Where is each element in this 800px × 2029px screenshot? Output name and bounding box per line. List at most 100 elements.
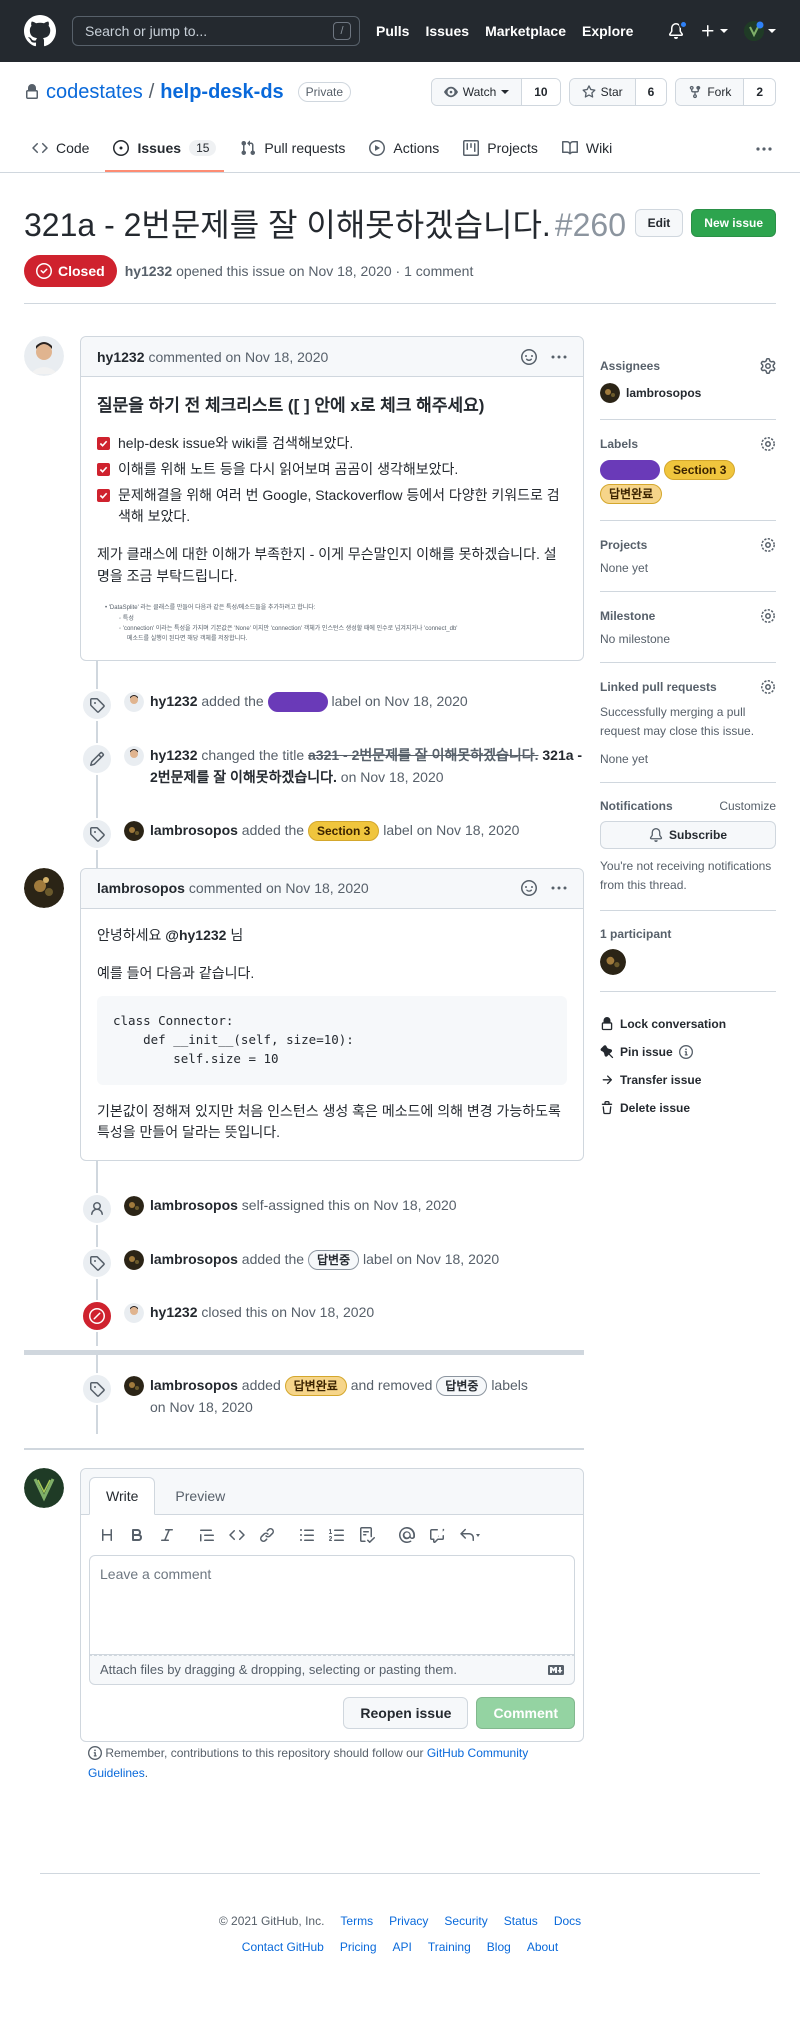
label-answered[interactable]: 답변완료 (284, 1376, 347, 1397)
repo-owner-link[interactable]: codestates (46, 81, 143, 104)
customize-link[interactable]: Customize (719, 799, 776, 813)
label-section-3[interactable]: Section 3 (664, 460, 736, 480)
event-actor-link[interactable]: lambrosopos (150, 822, 238, 838)
tab-preview[interactable]: Preview (159, 1478, 241, 1514)
tab-projects[interactable]: Projects (455, 126, 546, 172)
pin-issue-button[interactable]: Pin issue (600, 1038, 776, 1066)
create-new-menu[interactable] (700, 23, 728, 39)
avatar[interactable] (600, 949, 626, 976)
label-answering[interactable]: 답변중 (307, 1249, 360, 1270)
gear-icon[interactable] (760, 679, 776, 695)
cross-reference-icon[interactable] (429, 1527, 445, 1544)
delete-issue-button[interactable]: Delete issue (600, 1094, 776, 1122)
label-section-3[interactable]: Section 3 (307, 821, 380, 842)
avatar[interactable] (124, 1303, 144, 1324)
quote-icon[interactable] (199, 1527, 215, 1543)
star-count[interactable]: 6 (635, 79, 667, 105)
tab-write[interactable]: Write (89, 1477, 156, 1516)
lock-conversation-button[interactable]: Lock conversation (600, 1010, 776, 1038)
footer-link-terms[interactable]: Terms (340, 1914, 373, 1928)
new-issue-button[interactable]: New issue (691, 209, 776, 237)
label-answered[interactable]: 답변완료 (600, 484, 663, 504)
subscribe-button[interactable]: Subscribe (600, 821, 776, 850)
watch-button[interactable]: Watch 10 (430, 78, 561, 106)
tasklist-icon[interactable] (359, 1527, 375, 1544)
comment-timestamp[interactable]: commented on Nov 18, 2020 (189, 880, 369, 896)
event-actor-link[interactable]: lambrosopos (150, 1197, 238, 1213)
fork-button[interactable]: Fork 2 (675, 78, 776, 106)
event-actor-link[interactable]: hy1232 (150, 747, 197, 763)
code-icon[interactable] (229, 1527, 245, 1543)
nav-marketplace[interactable]: Marketplace (485, 23, 566, 39)
repo-name-link[interactable]: help-desk-ds (160, 81, 283, 104)
footer-link-security[interactable]: Security (444, 1914, 487, 1928)
italic-icon[interactable] (159, 1527, 175, 1543)
fork-count[interactable]: 2 (744, 79, 775, 105)
kebab-horizontal-icon[interactable] (551, 349, 567, 365)
search-input[interactable]: Search or jump to... / (72, 16, 360, 46)
heading-icon[interactable] (99, 1527, 115, 1543)
event-actor-link[interactable]: hy1232 (150, 693, 197, 709)
ordered-list-icon[interactable] (329, 1527, 345, 1543)
nav-issues[interactable]: Issues (425, 23, 469, 39)
tab-issues[interactable]: Issues 15 (105, 126, 225, 172)
avatar[interactable] (124, 745, 144, 766)
user-menu[interactable] (744, 21, 776, 41)
mention-icon[interactable] (399, 1527, 415, 1544)
attach-files-bar[interactable]: Attach files by dragging & dropping, sel… (89, 1655, 575, 1686)
gear-icon[interactable] (760, 537, 776, 553)
comment-textarea[interactable]: Leave a comment (89, 1555, 575, 1656)
embedded-screenshot[interactable]: • 'DataSplite' 라는 클래스를 만들어 다음과 같은 특성/메소드… (97, 603, 567, 644)
avatar[interactable] (124, 692, 144, 713)
event-actor-link[interactable]: hy1232 (150, 1304, 197, 1320)
nav-pulls[interactable]: Pulls (376, 23, 409, 39)
reply-icon[interactable] (459, 1527, 481, 1543)
tab-code[interactable]: Code (24, 126, 97, 172)
transfer-issue-button[interactable]: Transfer issue (600, 1066, 776, 1094)
comment-author-link[interactable]: lambrosopos (97, 880, 185, 896)
user-mention-link[interactable]: @hy1232 (165, 927, 226, 943)
gear-icon[interactable] (760, 436, 776, 452)
footer-link-training[interactable]: Training (428, 1940, 471, 1954)
edit-title-button[interactable]: Edit (634, 209, 684, 237)
reopen-issue-button[interactable]: Reopen issue (343, 1697, 469, 1730)
avatar[interactable] (24, 1468, 64, 1509)
smiley-icon[interactable] (521, 880, 537, 897)
assignee[interactable]: lambrosopos (600, 382, 776, 403)
footer-link-docs[interactable]: Docs (554, 1914, 581, 1928)
comment-button[interactable]: Comment (476, 1697, 575, 1730)
avatar[interactable] (124, 1195, 144, 1216)
avatar[interactable] (124, 1376, 144, 1397)
footer-link-contact[interactable]: Contact GitHub (242, 1940, 324, 1954)
tab-actions[interactable]: Actions (361, 126, 447, 172)
nav-explore[interactable]: Explore (582, 23, 633, 39)
label-answering[interactable]: 답변중 (436, 1376, 488, 1397)
link-icon[interactable] (259, 1527, 275, 1543)
gear-icon[interactable] (760, 608, 776, 624)
footer-link-about[interactable]: About (527, 1940, 558, 1954)
comment-timestamp[interactable]: commented on Nov 18, 2020 (148, 349, 328, 365)
avatar[interactable] (124, 821, 144, 842)
kebab-horizontal-icon[interactable] (551, 880, 567, 896)
github-logo-icon[interactable] (24, 15, 56, 47)
event-actor-link[interactable]: lambrosopos (150, 1251, 238, 1267)
more-tabs-kebab-icon[interactable] (756, 126, 776, 172)
unordered-list-icon[interactable] (299, 1527, 315, 1543)
star-button[interactable]: Star 6 (568, 78, 668, 106)
footer-link-blog[interactable]: Blog (487, 1940, 511, 1954)
footer-link-api[interactable]: API (393, 1940, 412, 1954)
issue-author-link[interactable]: hy1232 (125, 263, 172, 279)
markdown-icon[interactable] (548, 1662, 564, 1678)
avatar[interactable] (24, 336, 64, 376)
comment-author-link[interactable]: hy1232 (97, 349, 144, 365)
footer-link-status[interactable]: Status (504, 1914, 538, 1928)
label-lesson[interactable]: Lesson (267, 692, 328, 713)
watch-count[interactable]: 10 (522, 79, 560, 105)
notifications-bell-icon[interactable] (668, 20, 688, 39)
label-lesson[interactable]: Lesson (600, 460, 661, 480)
smiley-icon[interactable] (521, 348, 537, 365)
event-actor-link[interactable]: lambrosopos (150, 1377, 238, 1393)
bold-icon[interactable] (129, 1527, 145, 1543)
tab-pull-requests[interactable]: Pull requests (232, 126, 353, 172)
avatar[interactable] (124, 1249, 144, 1270)
